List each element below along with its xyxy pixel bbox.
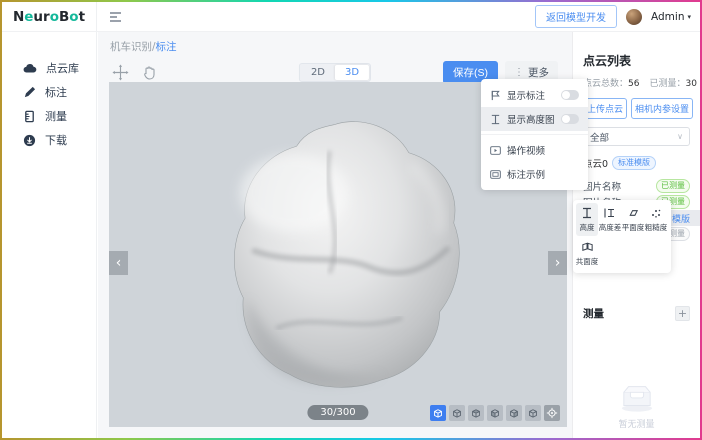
empty-state-text: 暂无测量	[573, 417, 700, 430]
cloud-icon	[23, 63, 37, 74]
mode-3d-button[interactable]: 3D	[335, 65, 369, 80]
panel-buttons: 上传点云 相机内参设置	[583, 98, 690, 119]
logo-letter: t	[79, 9, 85, 25]
sidebar-item-download[interactable]: 下载	[2, 128, 96, 152]
roughness-icon	[650, 207, 662, 219]
template-badge: 标准模版	[612, 156, 656, 170]
logo-letter: e	[24, 9, 33, 25]
tool-roughness[interactable]: 粗糙度	[645, 203, 667, 236]
view-cube-buttons	[430, 405, 560, 421]
logo-letter: o	[69, 9, 78, 25]
menu-item-show-annotations[interactable]: 显示标注	[481, 83, 588, 107]
tool-height-difference[interactable]: 高度差	[599, 203, 621, 236]
total-value: 56	[628, 79, 639, 89]
filter-select[interactable]: 全部 ∨	[583, 127, 690, 146]
sidebar-collapse-icon[interactable]	[109, 11, 122, 23]
menu-item-show-heightmap[interactable]: 显示高度图	[481, 107, 588, 131]
menu-divider	[481, 134, 588, 135]
add-measurement-button[interactable]: +	[675, 306, 690, 321]
dimension-toggle: 2D 3D	[299, 63, 371, 82]
measured-label: 已测量：	[649, 79, 685, 89]
chevron-left-icon: ‹	[116, 255, 122, 271]
breadcrumb: 机车识别/标注	[98, 32, 572, 54]
height-difference-icon	[604, 207, 616, 219]
view-cube-active-button[interactable]	[430, 405, 446, 421]
empty-state: 暂无测量	[573, 381, 700, 430]
header: NeuroBot 返回模型开发 Admin ▾	[2, 2, 700, 32]
chevron-right-icon: ›	[555, 255, 561, 271]
reset-view-target-button[interactable]	[544, 405, 560, 421]
more-dropdown-menu: 显示标注 显示高度图 操作视频 标注示例	[481, 79, 588, 190]
prev-frame-button[interactable]: ‹	[109, 251, 128, 275]
pen-icon	[23, 86, 36, 99]
logo-letter: r	[43, 9, 50, 25]
more-dots-icon: ⋮	[514, 67, 524, 78]
logo-letter: N	[13, 9, 24, 25]
avatar[interactable]	[626, 9, 642, 25]
header-right: 返回模型开发 Admin ▾	[535, 5, 700, 28]
camera-intrinsics-button[interactable]: 相机内参设置	[631, 98, 693, 119]
breadcrumb-current: 标注	[156, 41, 177, 53]
mode-2d-button[interactable]: 2D	[301, 65, 335, 80]
view-cube-left-button[interactable]	[487, 405, 503, 421]
empty-box-icon	[613, 381, 661, 413]
flag-icon	[490, 90, 501, 101]
logo-letter: B	[59, 9, 69, 25]
view-cube-right-button[interactable]	[506, 405, 522, 421]
total-label: 点云总数：	[583, 79, 628, 89]
height-icon	[581, 207, 593, 219]
chevron-down-icon: ∨	[677, 132, 683, 141]
ruler-icon	[23, 110, 36, 123]
tool-flatness[interactable]: 平面度	[622, 203, 644, 236]
flatness-icon	[627, 207, 640, 219]
breadcrumb-parent[interactable]: 机车识别	[110, 41, 152, 53]
filter-selected-value: 全部	[590, 130, 609, 144]
back-to-model-dev-button[interactable]: 返回模型开发	[535, 5, 617, 28]
frame-icon	[490, 169, 501, 180]
measurement-section-header: 测量 +	[583, 306, 690, 321]
tooth-3d-mesh	[189, 106, 479, 396]
pointcloud-group[interactable]: 点云0 标准模版	[583, 156, 690, 170]
sidebar-item-pointcloud-library[interactable]: 点云库	[2, 56, 96, 80]
show-annotations-toggle[interactable]	[561, 90, 579, 100]
text-height-icon	[490, 114, 501, 125]
panel-stats: 点云总数：56 已测量：30	[583, 76, 690, 89]
hand-tool-icon[interactable]	[142, 65, 157, 80]
app-page: NeuroBot 返回模型开发 Admin ▾ 点云库 标注 测量	[2, 2, 700, 438]
view-cube-top-button[interactable]	[525, 405, 541, 421]
logo-letter: u	[33, 9, 43, 25]
frame-counter: 30/300	[307, 405, 368, 420]
menu-item-tutorial-video[interactable]: 操作视频	[481, 138, 588, 162]
next-frame-button[interactable]: ›	[548, 251, 567, 275]
sidebar: 点云库 标注 测量 下载	[2, 32, 97, 438]
show-heightmap-toggle[interactable]	[561, 114, 579, 124]
download-icon	[23, 134, 36, 147]
rotate-tool-icon[interactable]	[112, 64, 129, 81]
tool-coplanarity[interactable]: 共面度	[576, 237, 598, 270]
image-list-item[interactable]: 图片名称 已测量	[573, 178, 700, 194]
user-menu[interactable]: Admin ▾	[651, 11, 691, 23]
view-cube-front-button[interactable]	[449, 405, 465, 421]
view-cube-back-button[interactable]	[468, 405, 484, 421]
video-icon	[490, 145, 501, 156]
panel-title: 点云列表	[583, 52, 690, 69]
measurement-tools-popup: 高度 高度差 平面度 粗糙度 共面度	[573, 200, 671, 273]
menu-item-annotation-example[interactable]: 标注示例	[481, 162, 588, 186]
sidebar-item-measure[interactable]: 测量	[2, 104, 96, 128]
window-frame: NeuroBot 返回模型开发 Admin ▾ 点云库 标注 测量	[0, 0, 702, 440]
sidebar-item-annotate[interactable]: 标注	[2, 80, 96, 104]
measured-value: 30	[685, 79, 696, 89]
user-name: Admin	[651, 11, 684, 23]
measured-badge: 已测量	[656, 179, 690, 193]
upload-pointcloud-button[interactable]: 上传点云	[583, 98, 627, 119]
app-logo: NeuroBot	[2, 2, 97, 31]
caret-down-icon: ▾	[687, 13, 691, 21]
tool-height[interactable]: 高度	[576, 203, 598, 236]
coplanarity-icon	[581, 241, 594, 253]
logo-letter: o	[50, 9, 59, 25]
